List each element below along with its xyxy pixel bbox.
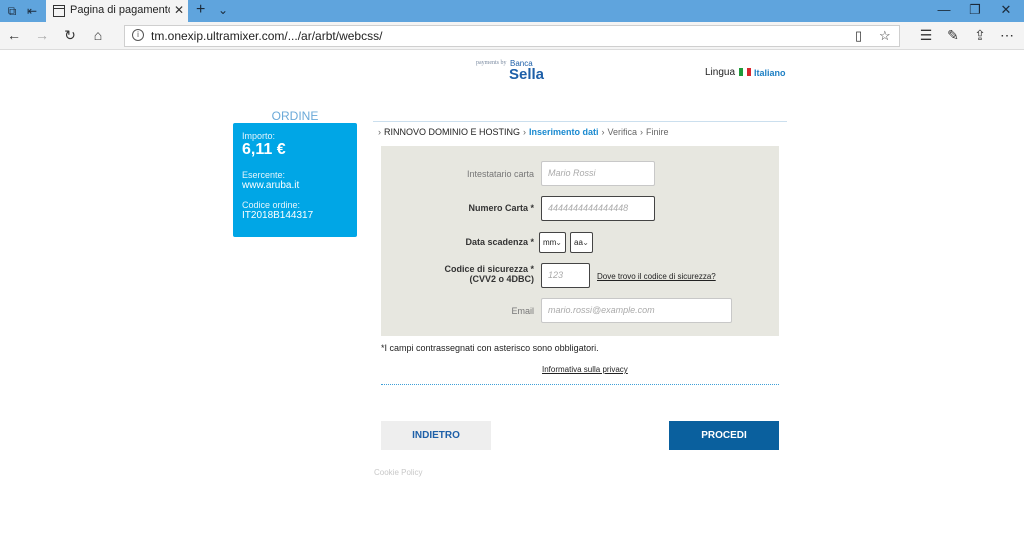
amount-value: 6,11 €	[242, 141, 286, 158]
italian-flag-icon[interactable]	[739, 68, 751, 76]
share-icon[interactable]: ⇪	[971, 27, 989, 44]
forward-arrow-icon[interactable]: →	[33, 27, 51, 43]
language-selector[interactable]: Italiano	[754, 68, 786, 78]
set-aside-tabs-icon[interactable]: ⇤	[24, 3, 40, 19]
url-text[interactable]: tm.onexip.ultramixer.com/.../ar/arbt/web…	[151, 29, 382, 43]
tab-manager-icon[interactable]: ⧉	[4, 3, 20, 19]
expiry-month-select[interactable]: mm ⌄	[539, 232, 566, 253]
privacy-link[interactable]: Informativa sulla privacy	[542, 365, 628, 374]
chevron-down-icon: ⌄	[582, 238, 589, 247]
notes-pen-icon[interactable]: ✎	[944, 27, 962, 44]
cvv-help-link[interactable]: Dove trovo il codice di sicurezza?	[597, 272, 716, 281]
favorites-hub-icon[interactable]: ☰	[917, 27, 935, 44]
logo-tagline: payments by	[476, 60, 507, 66]
cvv-input[interactable]: 123	[541, 263, 590, 288]
address-bar[interactable]: i tm.onexip.ultramixer.com/.../ar/arbt/w…	[124, 25, 900, 47]
more-menu-icon[interactable]: ⋯	[998, 27, 1016, 44]
cvv-label-sub: (CVV2 o 4DBC)	[469, 274, 534, 284]
favorite-star-icon[interactable]: ☆	[879, 28, 891, 44]
order-code-label: Codice ordine:	[242, 200, 301, 210]
tab-menu-chevron-icon[interactable]: ⌄	[218, 3, 228, 17]
amount-label: Importo:	[242, 131, 276, 141]
browser-nav-bar: ← → ↻ ⌂ i tm.onexip.ultramixer.com/.../a…	[0, 22, 1024, 50]
chevron-right-icon: ›	[640, 127, 644, 137]
back-arrow-icon[interactable]: ←	[5, 27, 23, 43]
refresh-icon[interactable]: ↻	[61, 27, 79, 44]
card-number-label: Numero Carta *	[468, 203, 534, 213]
proceed-button[interactable]: PROCEDI	[669, 421, 779, 450]
step-finish: Finire	[646, 127, 669, 137]
merchant-value: www.aruba.it	[242, 180, 300, 191]
tab-close-icon[interactable]: ✕	[174, 3, 184, 17]
step-verify: Verifica	[607, 127, 638, 137]
language-label: Lingua	[705, 67, 736, 78]
back-button[interactable]: INDIETRO	[381, 421, 491, 450]
browser-title-bar: ⧉ ⇤ Pagina di pagamento C ✕ + ⌄ — ❐ ✕	[0, 0, 1024, 22]
reading-view-icon[interactable]: ▯	[855, 28, 862, 44]
home-icon[interactable]: ⌂	[89, 27, 107, 43]
card-holder-label: Intestatario carta	[466, 169, 534, 179]
chevron-right-icon: ›	[523, 127, 527, 137]
step-data-entry: Inserimento dati	[529, 127, 599, 137]
chevron-right-icon: ›	[601, 127, 605, 137]
chevron-right-icon: ›	[378, 127, 381, 137]
banca-sella-logo: payments by Banca Sella	[476, 59, 556, 86]
step-renewal: RINNOVO DOMINIO E HOSTING	[384, 127, 521, 137]
dotted-divider	[381, 384, 779, 385]
expiry-label: Data scadenza *	[465, 237, 534, 247]
chevron-down-icon: ⌄	[555, 238, 562, 247]
expiry-year-select[interactable]: aa ⌄	[570, 232, 593, 253]
checkout-steps-breadcrumb: › RINNOVO DOMINIO E HOSTING › Inserimento d…	[373, 121, 787, 141]
close-window-icon[interactable]: ✕	[996, 2, 1016, 18]
maximize-icon[interactable]: ❐	[965, 2, 985, 18]
minimize-icon[interactable]: —	[934, 2, 954, 17]
card-number-input[interactable]: 4444444444444448	[541, 196, 655, 221]
site-info-icon[interactable]: i	[132, 29, 144, 41]
new-tab-icon[interactable]: +	[196, 1, 205, 19]
card-holder-input[interactable]: Mario Rossi	[541, 161, 655, 186]
email-input[interactable]: mario.rossi@example.com	[541, 298, 732, 323]
email-label: Email	[511, 306, 534, 316]
cvv-label: Codice di sicurezza *	[444, 264, 534, 274]
logo-sella-text: Sella	[509, 66, 545, 83]
merchant-label: Esercente:	[242, 170, 286, 180]
cookie-policy-link[interactable]: Cookie Policy	[374, 468, 422, 477]
required-fields-note: *I campi contrassegnati con asterisco so…	[381, 343, 599, 353]
payment-form: Intestatario carta Mario Rossi Numero Ca…	[381, 146, 779, 336]
order-title: ORDINE	[271, 109, 319, 123]
tab-title: Pagina di pagamento C	[70, 4, 170, 16]
browser-tab[interactable]: Pagina di pagamento C ✕	[46, 0, 188, 22]
page-favicon-icon	[53, 5, 65, 17]
order-code-value: IT2018B144317	[242, 210, 314, 221]
order-summary-box: Importo: 6,11 € Esercente: www.aruba.it …	[233, 123, 357, 237]
